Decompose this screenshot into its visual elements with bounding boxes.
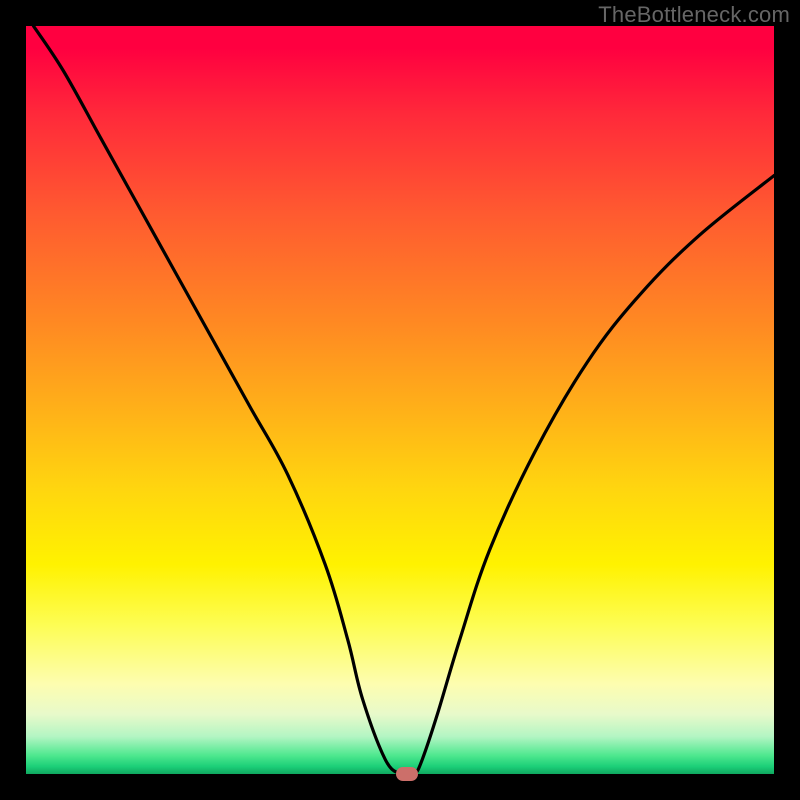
curve-layer bbox=[26, 26, 774, 774]
watermark-label: TheBottleneck.com bbox=[598, 2, 790, 28]
plot-area bbox=[26, 26, 774, 774]
bottleneck-curve-path bbox=[33, 26, 774, 774]
optimum-marker bbox=[396, 767, 418, 781]
chart-frame: TheBottleneck.com bbox=[0, 0, 800, 800]
